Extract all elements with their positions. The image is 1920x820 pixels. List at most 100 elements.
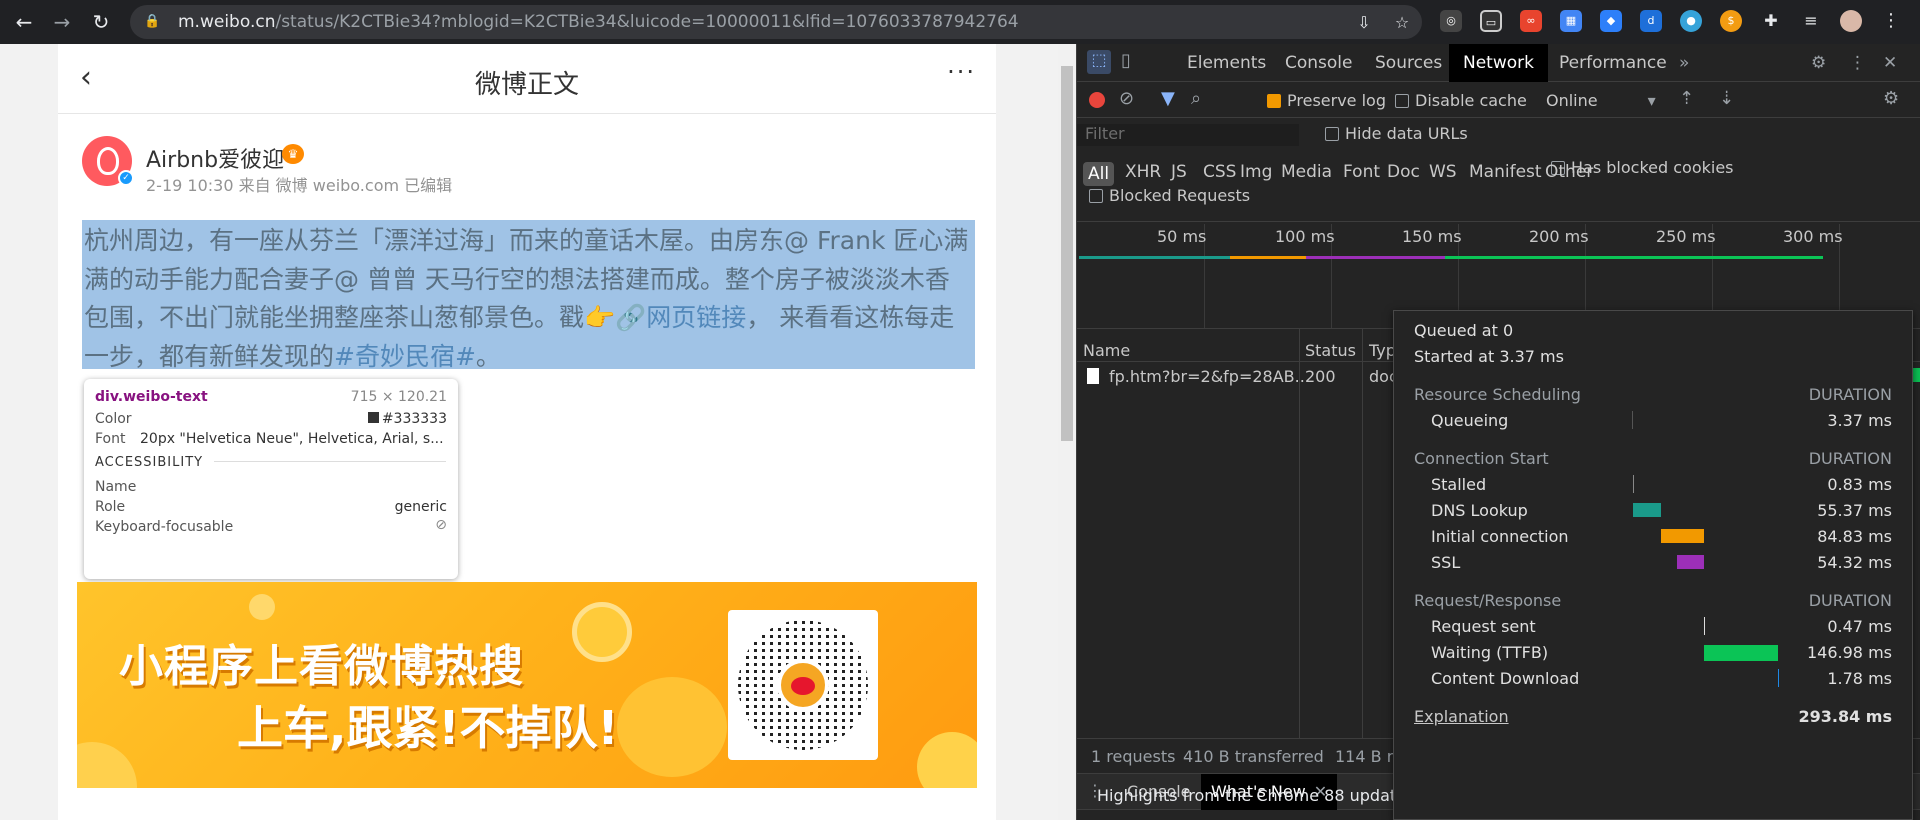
filter-font[interactable]: Font <box>1343 162 1380 182</box>
inspect-element-icon[interactable]: ⬚ <box>1087 50 1111 74</box>
install-icon[interactable]: ⇩ <box>1354 13 1374 32</box>
reload-icon[interactable]: ↻ <box>87 8 115 36</box>
disable-cache-checkbox[interactable]: Disable cache <box>1395 91 1527 110</box>
filter-img[interactable]: Img <box>1240 162 1272 182</box>
devtools-tabbar: ⬚ ▯ Elements Console Sources Network Per… <box>1077 44 1920 82</box>
filter-other[interactable]: Other <box>1545 162 1593 182</box>
filter-placeholder: Filter <box>1085 124 1125 143</box>
filter-js[interactable]: JS <box>1171 162 1187 182</box>
browser-toolbar: ← → ↻ 🔒 m.weibo.cn/status/K2CTBie34?mblo… <box>0 0 1920 44</box>
import-har-icon[interactable]: ⇡ <box>1679 88 1694 109</box>
throttling-select[interactable]: Online ▾ <box>1546 91 1656 110</box>
tab-performance[interactable]: Performance <box>1559 53 1667 73</box>
bookmark-star-icon[interactable]: ☆ <box>1392 13 1412 32</box>
hashtag-link[interactable]: #奇妙民宿# <box>334 342 476 371</box>
back-arrow-icon[interactable]: ← <box>10 8 38 36</box>
tooltip-size: 715 × 120.21 <box>350 389 447 405</box>
filter-ws[interactable]: WS <box>1429 162 1457 182</box>
initial-connection-value: 84.83 ms <box>1817 527 1892 546</box>
total-duration: 293.84 ms <box>1798 707 1892 726</box>
weibo-mascot-icon <box>617 677 727 777</box>
column-status[interactable]: Status <box>1305 341 1356 360</box>
clear-icon[interactable]: ⊘ <box>1119 88 1134 109</box>
inspect-tooltip: div.weibo-text 715 × 120.21 Color #33333… <box>84 379 458 579</box>
drawer-highlights-text: Highlights from the Chrome 88 update <box>1097 786 1406 805</box>
waiting-ttfb-label: Waiting (TTFB) <box>1431 643 1549 662</box>
extension-globe-icon[interactable]: ● <box>1680 10 1702 32</box>
forward-arrow-icon[interactable]: → <box>48 8 76 36</box>
overview-ttfb-bar <box>1445 256 1823 259</box>
tab-console[interactable]: Console <box>1285 53 1353 73</box>
menu-kebab-icon[interactable]: ⋮ <box>1880 10 1902 32</box>
explanation-link[interactable]: Explanation <box>1414 707 1509 726</box>
more-icon[interactable]: ··· <box>947 58 976 86</box>
reading-list-icon[interactable]: ≡ <box>1800 10 1822 32</box>
weibo-text: 杭州周边，有一座从芬兰「漂洋过海」而来的童话木屋。由房东@ Frank 匠心满满… <box>82 220 975 371</box>
timeline-tick-label: 50 ms <box>1157 227 1207 246</box>
extension-diamond-icon[interactable]: ◆ <box>1600 10 1622 32</box>
stalled-bar <box>1633 475 1634 493</box>
column-type[interactable]: Typ <box>1369 341 1396 360</box>
extension-grid-icon[interactable]: ▦ <box>1560 10 1582 32</box>
weibo-card: ‹ 微博正文 ··· ✓ Airbnb爱彼迎 ♛ 2-19 10:30 来自 微… <box>58 44 996 820</box>
tab-sources[interactable]: Sources <box>1375 53 1442 73</box>
tab-network[interactable]: Network <box>1449 44 1548 82</box>
crown-badge-icon: ♛ <box>282 144 304 164</box>
overview-connect-bar <box>1230 256 1306 259</box>
page-scrollbar[interactable] <box>1058 44 1076 820</box>
timeline-tick-label: 300 ms <box>1783 227 1843 246</box>
device-toolbar-icon[interactable]: ▯ <box>1121 50 1131 71</box>
extension-infinity-icon[interactable]: ∞ <box>1520 10 1542 32</box>
extensions-puzzle-icon[interactable]: ✚ <box>1760 10 1782 32</box>
request-sent-bar <box>1704 617 1705 635</box>
blocked-requests-checkbox[interactable]: Blocked Requests <box>1089 186 1250 205</box>
filter-xhr[interactable]: XHR <box>1125 162 1161 182</box>
filter-all[interactable]: All <box>1083 162 1115 186</box>
overview-dns-bar <box>1087 256 1230 259</box>
overview-queue-bar <box>1079 256 1087 259</box>
filter-doc[interactable]: Doc <box>1387 162 1420 182</box>
preserve-log-checkbox[interactable]: Preserve log <box>1267 91 1386 110</box>
initial-connection-bar <box>1661 529 1704 543</box>
extension-d-icon[interactable]: d <box>1640 10 1662 32</box>
tab-elements[interactable]: Elements <box>1187 53 1266 73</box>
extension-screen-icon[interactable]: ▭ <box>1480 10 1502 32</box>
close-devtools-icon[interactable]: ✕ <box>1883 53 1897 73</box>
export-har-icon[interactable]: ⇣ <box>1719 88 1734 109</box>
qr-code <box>728 610 878 760</box>
devtools-menu-icon[interactable]: ⋮ <box>1849 53 1866 73</box>
username[interactable]: Airbnb爱彼迎 <box>146 142 284 174</box>
miniprogram-banner[interactable]: 小程序上看微博热搜 上车,跟紧!不掉队! <box>77 582 977 788</box>
filter-css[interactable]: CSS <box>1203 162 1236 182</box>
timeline-tick-label: 150 ms <box>1402 227 1462 246</box>
duration-header: DURATION <box>1808 449 1892 468</box>
search-icon[interactable]: ⌕ <box>1191 88 1201 109</box>
document-icon <box>1087 368 1099 384</box>
profile-avatar-icon[interactable] <box>1840 10 1862 32</box>
more-tabs-icon[interactable]: » <box>1679 53 1689 73</box>
web-link[interactable]: 🔗网页链接 <box>615 303 746 332</box>
request-name[interactable]: fp.htm?br=2&fp=28AB... <box>1109 367 1310 386</box>
column-name[interactable]: Name <box>1083 341 1130 360</box>
scrollbar-thumb[interactable] <box>1061 66 1073 441</box>
settings-gear-icon[interactable]: ⚙ <box>1811 53 1826 73</box>
summary-resources: 114 B r <box>1335 747 1394 766</box>
filter-manifest[interactable]: Manifest <box>1469 162 1542 182</box>
filter-funnel-icon[interactable]: ▼ <box>1161 88 1175 109</box>
extension-coin-icon[interactable]: $ <box>1720 10 1742 32</box>
queueing-value: 3.37 ms <box>1827 411 1892 430</box>
url-text[interactable]: m.weibo.cn/status/K2CTBie34?mblogid=K2CT… <box>178 12 1019 32</box>
tooltip-divider <box>214 461 446 462</box>
filter-media[interactable]: Media <box>1281 162 1332 182</box>
network-settings-gear-icon[interactable]: ⚙ <box>1883 88 1899 109</box>
request-status: 200 <box>1305 367 1336 386</box>
record-icon[interactable] <box>1089 92 1105 108</box>
tooltip-font-label: Font <box>95 431 126 447</box>
queued-at: Queued at 0 <box>1414 321 1514 340</box>
extension-glasses-icon[interactable]: ◎ <box>1440 10 1462 32</box>
queueing-label: Queueing <box>1431 411 1509 430</box>
started-at: Started at 3.37 ms <box>1414 347 1564 366</box>
hide-data-urls-checkbox[interactable]: Hide data URLs <box>1325 124 1468 143</box>
address-bar[interactable]: 🔒 m.weibo.cn/status/K2CTBie34?mblogid=K2… <box>130 5 1422 39</box>
tooltip-role-label: Role <box>95 499 126 515</box>
